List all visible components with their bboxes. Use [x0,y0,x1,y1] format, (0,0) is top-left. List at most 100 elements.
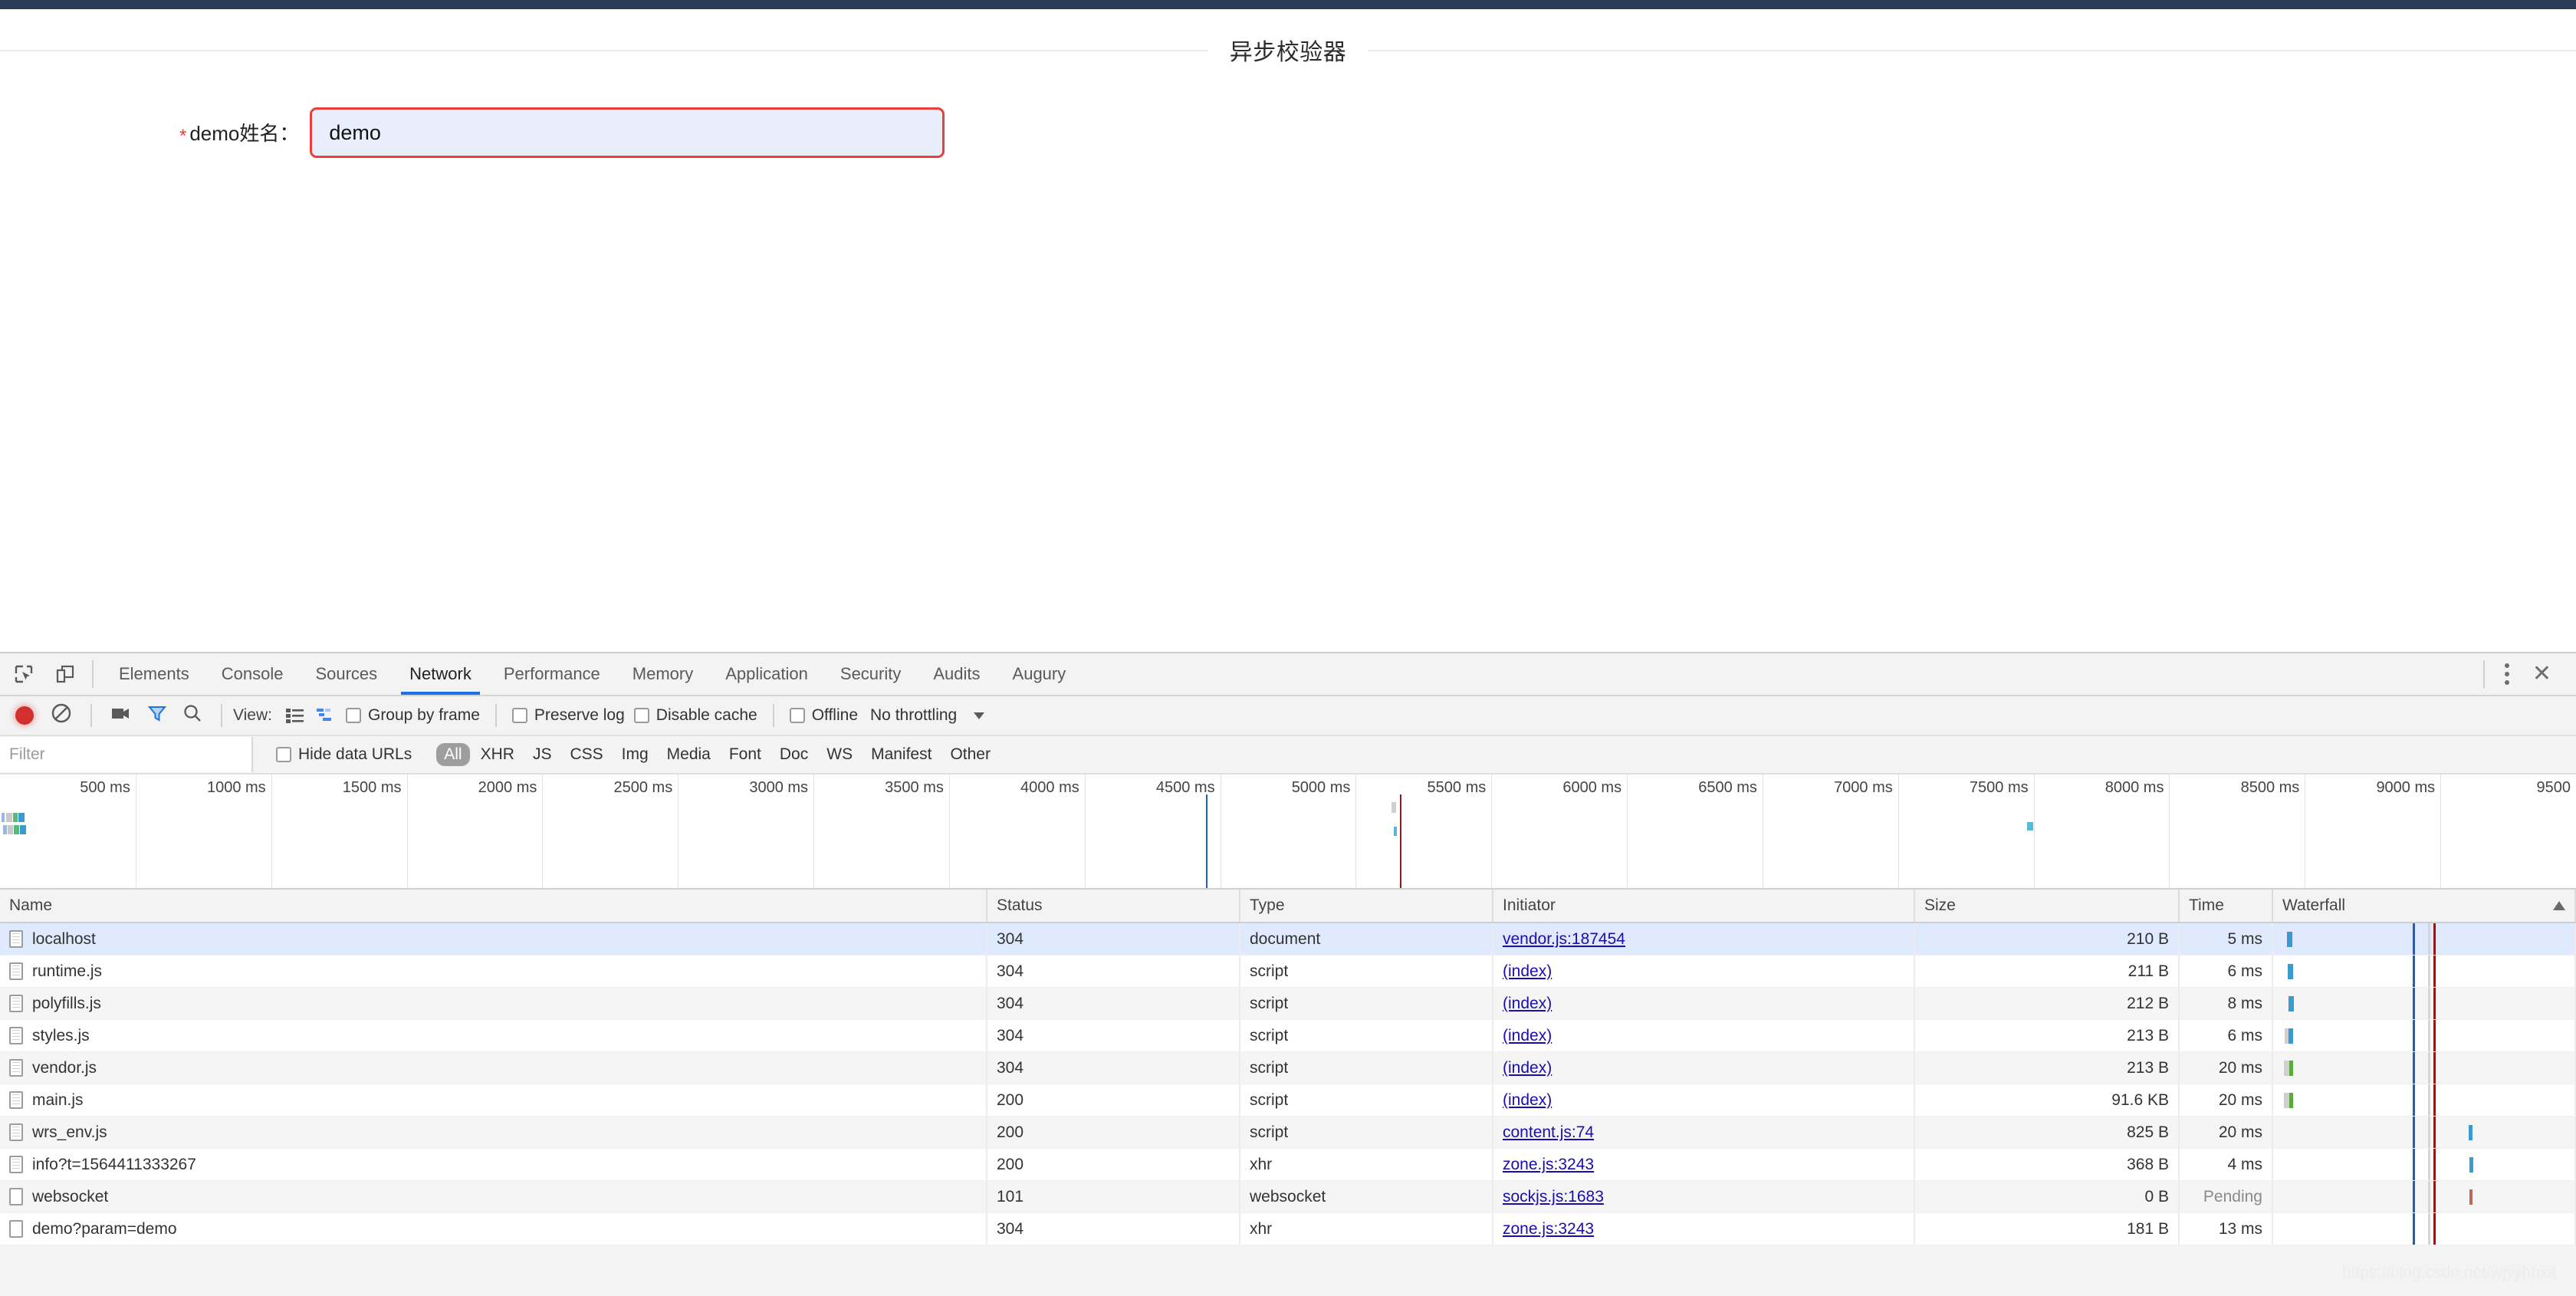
tab-console[interactable]: Console [205,653,300,695]
table-row[interactable]: main.js 200 script (index) 91.6 KB 20 ms [0,1084,2576,1117]
offline-checkbox[interactable]: Offline [789,706,858,725]
load-event-line [2433,1020,2436,1051]
column-header-time[interactable]: Time [2180,890,2273,922]
dom-content-loaded-line [2413,988,2415,1019]
filter-type-doc[interactable]: Doc [772,743,816,766]
cell-size-text: 181 B [2127,1219,2169,1238]
timeline-tick [271,775,272,888]
tab-security[interactable]: Security [824,653,917,695]
filter-type-xhr[interactable]: XHR [473,743,522,766]
column-header-size[interactable]: Size [1915,890,2180,922]
filter-type-manifest[interactable]: Manifest [863,743,939,766]
timeline-tick-label: 7500 ms [1969,779,2029,796]
cell-time-text: Pending [2203,1187,2262,1206]
view-list-icon[interactable] [285,707,305,724]
column-header-initiator[interactable]: Initiator [1493,890,1915,922]
timeline-chip [3,825,7,834]
throttling-dropdown[interactable]: No throttling [870,706,985,725]
table-row[interactable]: runtime.js 304 script (index) 211 B 6 ms [0,956,2576,988]
waterfall-bar [2469,1125,2472,1140]
cell-type-text: document [1250,929,1321,948]
filter-type-font[interactable]: Font [721,743,769,766]
timeline-tick-label: 7000 ms [1834,779,1893,796]
table-row[interactable]: localhost 304 document vendor.js:187454 210 … [0,923,2576,956]
waterfall-bar [2469,1189,2472,1205]
cell-initiator[interactable]: zone.js:3243 [1493,1213,1915,1245]
view-waterfall-icon[interactable] [316,707,336,724]
filter-type-all[interactable]: All [436,743,470,766]
column-header-waterfall[interactable]: Waterfall [2273,890,2576,922]
inspect-element-icon[interactable] [6,656,41,692]
group-by-frame-checkbox[interactable]: Group by frame [345,706,480,725]
column-header-name[interactable]: Name [0,890,987,922]
cell-initiator[interactable]: zone.js:3243 [1493,1149,1915,1180]
filter-input[interactable] [0,737,253,772]
filter-type-other[interactable]: Other [942,743,998,766]
cell-status: 304 [987,1213,1240,1245]
column-header-status[interactable]: Status [987,890,1240,922]
cell-time-text: 8 ms [2227,994,2262,1012]
cell-waterfall [2273,1117,2576,1148]
table-row[interactable]: styles.js 304 script (index) 213 B 6 ms [0,1020,2576,1052]
dom-content-loaded-line [2413,1117,2415,1148]
cell-initiator[interactable]: (index) [1493,1052,1915,1084]
hide-data-urls-checkbox[interactable]: Hide data URLs [276,745,412,764]
filter-type-img[interactable]: Img [614,743,656,766]
cell-time-text: 5 ms [2227,929,2262,948]
table-row[interactable]: polyfills.js 304 script (index) 212 B 8 ms [0,988,2576,1020]
search-icon[interactable] [182,703,202,728]
device-toolbar-icon[interactable] [48,656,83,692]
filter-type-ws[interactable]: WS [819,743,860,766]
record-icon[interactable] [15,706,34,725]
table-row[interactable]: demo?param=demo 304 xhr zone.js:3243 181 B 13… [0,1213,2576,1245]
tab-augury[interactable]: Augury [997,653,1083,695]
preserve-log-checkbox[interactable]: Preserve log [511,706,625,725]
tab-performance[interactable]: Performance [488,653,616,695]
clear-icon[interactable] [51,702,72,729]
load-event-line [2433,1052,2436,1084]
devtools-panel: Elements Console Sources Network Perform… [0,652,2576,1296]
screenshot-camera-icon[interactable] [110,705,132,726]
table-row[interactable]: websocket 101 websocket sockjs.js:1683 0 B Pe… [0,1181,2576,1213]
timeline-mini-marker [2027,822,2033,831]
filter-type-css[interactable]: CSS [562,743,610,766]
tab-network[interactable]: Network [393,653,488,695]
cell-initiator[interactable]: content.js:74 [1493,1117,1915,1148]
tab-audits[interactable]: Audits [917,653,996,695]
disable-cache-checkbox[interactable]: Disable cache [633,706,757,725]
cell-initiator[interactable]: (index) [1493,1020,1915,1051]
cell-initiator[interactable]: sockjs.js:1683 [1493,1181,1915,1212]
cell-initiator[interactable]: (index) [1493,1084,1915,1116]
cell-time-text: 20 ms [2218,1123,2262,1141]
cell-status-text: 200 [997,1155,1024,1173]
devtools-tab-list: Elements Console Sources Network Perform… [103,653,1082,695]
cell-waterfall [2273,1052,2576,1084]
timeline-tick [542,775,544,888]
demo-name-input[interactable] [310,107,945,158]
tab-application[interactable]: Application [709,653,824,695]
filter-funnel-icon[interactable] [147,703,167,728]
close-icon[interactable]: ✕ [2520,658,2564,690]
cell-initiator[interactable]: (index) [1493,956,1915,987]
tabbar-divider [92,660,94,688]
filter-type-js[interactable]: JS [525,743,560,766]
cell-size: 0 B [1915,1181,2180,1212]
table-row[interactable]: vendor.js 304 script (index) 213 B 20 ms [0,1052,2576,1084]
cell-initiator[interactable]: (index) [1493,988,1915,1019]
column-header-type[interactable]: Type [1240,890,1493,922]
cell-status-text: 304 [997,929,1024,948]
network-timeline-overview[interactable]: 500 ms 1000 ms 1500 ms 2000 ms 2500 ms 3000 m… [0,775,2576,890]
tab-sources[interactable]: Sources [299,653,393,695]
kebab-menu-icon[interactable] [2494,657,2520,691]
table-row[interactable]: info?t=1564411333267 200 xhr zone.js:3243 36… [0,1149,2576,1181]
load-event-line [1400,794,1401,888]
filter-type-media[interactable]: Media [659,743,718,766]
table-row[interactable]: wrs_env.js 200 script content.js:74 825 B 20 … [0,1117,2576,1149]
cell-size-text: 211 B [2128,962,2169,980]
cell-initiator-text: sockjs.js:1683 [1503,1187,1604,1206]
tab-memory[interactable]: Memory [616,653,709,695]
cell-time: 6 ms [2180,956,2273,987]
cell-initiator[interactable]: vendor.js:187454 [1493,923,1915,955]
tab-elements[interactable]: Elements [103,653,205,695]
waterfall-grid-line [2428,1213,2430,1245]
